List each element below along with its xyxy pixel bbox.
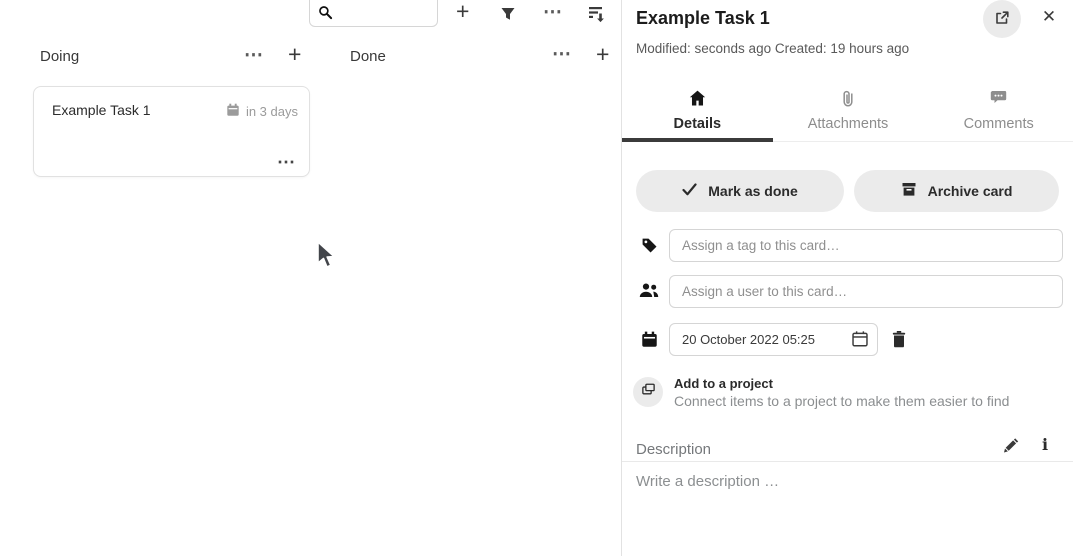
archive-card-button[interactable]: Archive card xyxy=(854,170,1059,212)
mark-as-done-button[interactable]: Mark as done xyxy=(636,170,844,212)
close-icon[interactable]: ✕ xyxy=(1037,5,1061,29)
panel-tabs: Details Attachments Comments xyxy=(622,84,1073,142)
kanban-board: + ⋯ Doing ⋯ + Done ⋯ + Example Task 1 in… xyxy=(0,0,621,556)
project-icon xyxy=(641,382,656,402)
assign-tag-input[interactable] xyxy=(669,229,1063,262)
card-menu-button[interactable]: ⋯ xyxy=(277,155,296,169)
mouse-cursor xyxy=(314,240,338,275)
panel-modified-created: Modified: seconds ago Created: 19 hours … xyxy=(636,41,909,56)
card-due-date: in 3 days xyxy=(226,103,298,120)
description-editor[interactable]: Write a description … xyxy=(636,473,779,490)
sort-icon[interactable] xyxy=(585,5,605,26)
column-title-doing: Doing xyxy=(40,48,79,65)
due-date-value: 20 October 2022 05:25 xyxy=(682,332,815,347)
column-doing-menu-button[interactable]: ⋯ xyxy=(244,49,264,63)
add-to-project-button[interactable] xyxy=(633,377,663,407)
add-to-project-subtitle: Connect items to a project to make them … xyxy=(674,393,1009,409)
delete-date-icon[interactable] xyxy=(891,330,907,351)
description-divider xyxy=(622,461,1073,462)
task-card[interactable]: Example Task 1 in 3 days ⋯ xyxy=(33,86,310,177)
board-menu-button[interactable]: ⋯ xyxy=(543,6,563,20)
search-input[interactable] xyxy=(340,2,432,22)
tab-attachments[interactable]: Attachments xyxy=(773,84,924,141)
paperclip-icon xyxy=(773,90,924,108)
due-date-field[interactable]: 20 October 2022 05:25 xyxy=(669,323,878,356)
column-done-add-button[interactable]: + xyxy=(596,44,609,64)
card-title: Example Task 1 xyxy=(52,102,151,118)
archive-icon xyxy=(901,182,917,200)
tag-icon xyxy=(641,237,658,259)
home-icon xyxy=(622,90,773,108)
assign-user-input[interactable] xyxy=(669,275,1063,308)
tab-details[interactable]: Details xyxy=(622,84,773,141)
users-icon xyxy=(639,283,659,303)
add-to-project-title: Add to a project xyxy=(674,376,773,391)
tab-comments-label: Comments xyxy=(923,116,1073,132)
archive-card-label: Archive card xyxy=(928,183,1013,199)
description-label: Description xyxy=(636,441,711,458)
chat-icon xyxy=(923,90,1073,108)
tab-details-label: Details xyxy=(622,116,773,132)
calendar-small-icon xyxy=(226,103,240,120)
column-doing-add-button[interactable]: + xyxy=(288,44,301,64)
date-picker-icon[interactable] xyxy=(850,330,870,350)
description-info-icon[interactable]: i xyxy=(1042,435,1048,454)
search-icon xyxy=(318,5,333,20)
search-entry[interactable] xyxy=(309,0,438,27)
card-details-panel: Example Task 1 Modified: seconds ago Cre… xyxy=(621,0,1073,556)
column-done-menu-button[interactable]: ⋯ xyxy=(552,48,572,62)
calendar-icon xyxy=(641,331,658,353)
tab-attachments-label: Attachments xyxy=(773,116,924,132)
open-in-window-button[interactable] xyxy=(983,0,1021,38)
column-title-done: Done xyxy=(350,48,386,65)
card-due-label: in 3 days xyxy=(246,104,298,119)
edit-description-icon[interactable] xyxy=(1002,438,1019,457)
board-add-button[interactable]: + xyxy=(456,1,469,21)
check-icon xyxy=(682,183,697,199)
open-external-icon xyxy=(994,10,1010,29)
tab-comments[interactable]: Comments xyxy=(923,84,1073,141)
mark-as-done-label: Mark as done xyxy=(708,183,797,199)
panel-title: Example Task 1 xyxy=(636,8,770,29)
filter-icon[interactable] xyxy=(500,6,516,25)
